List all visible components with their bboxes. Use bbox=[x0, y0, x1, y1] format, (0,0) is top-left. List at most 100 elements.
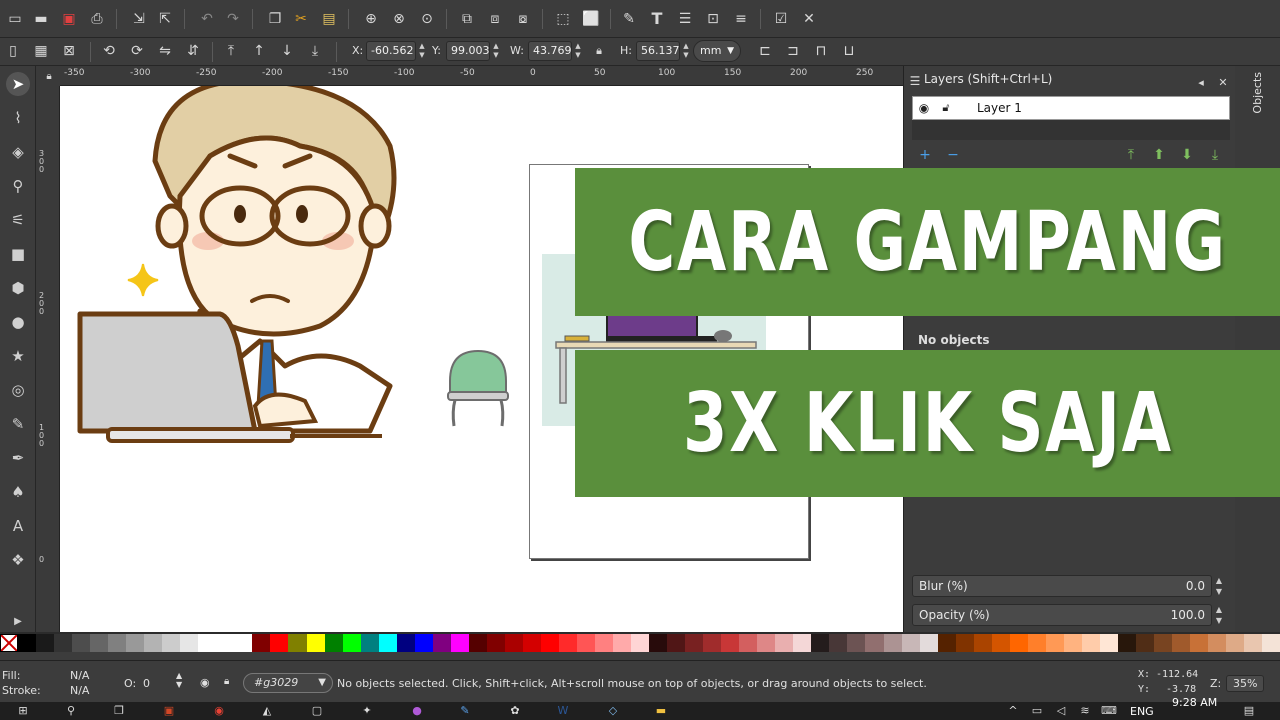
color-swatch[interactable] bbox=[883, 634, 902, 652]
x-spinner[interactable]: ▲ ▼ bbox=[418, 42, 426, 60]
color-swatch[interactable] bbox=[793, 634, 812, 652]
color-swatch[interactable] bbox=[1226, 634, 1245, 652]
pen-tool-icon[interactable]: ✒ bbox=[6, 446, 30, 470]
rectangle-tool-icon[interactable]: ■ bbox=[6, 242, 30, 266]
color-swatch[interactable] bbox=[1081, 634, 1100, 652]
cut-icon[interactable]: ✂ bbox=[292, 10, 310, 28]
opacity-spinner[interactable]: ▲ ▼ bbox=[176, 671, 182, 689]
color-swatch[interactable] bbox=[649, 634, 668, 652]
xml-editor-icon[interactable]: ☰ bbox=[676, 10, 694, 28]
color-swatch[interactable] bbox=[36, 634, 55, 652]
color-swatch[interactable] bbox=[54, 634, 73, 652]
undo-icon[interactable]: ↶ bbox=[198, 10, 216, 28]
color-swatch[interactable] bbox=[360, 634, 379, 652]
iconify-icon[interactable]: ◂ bbox=[1192, 74, 1210, 92]
transform-patterns-icon[interactable]: ⊔ bbox=[840, 42, 858, 60]
color-swatch[interactable] bbox=[144, 634, 163, 652]
scale-stroke-icon[interactable]: ⊏ bbox=[756, 42, 774, 60]
layer-row[interactable]: ◉ 🔓︎ Layer 1 bbox=[912, 96, 1230, 120]
raise-layer-icon[interactable]: ⬆ bbox=[1150, 146, 1168, 164]
color-swatch[interactable] bbox=[108, 634, 127, 652]
color-swatch[interactable] bbox=[198, 634, 217, 652]
color-swatch[interactable] bbox=[270, 634, 289, 652]
scale-corners-icon[interactable]: ⊐ bbox=[784, 42, 802, 60]
h-field[interactable]: 56.137 bbox=[636, 41, 680, 61]
color-swatch[interactable] bbox=[1190, 634, 1209, 652]
redo-icon[interactable]: ↷ bbox=[224, 10, 242, 28]
flip-vertical-icon[interactable]: ⇵ bbox=[184, 42, 202, 60]
spiral-tool-icon[interactable]: ◎ bbox=[6, 378, 30, 402]
color-swatch[interactable] bbox=[72, 634, 91, 652]
wifi-icon[interactable]: ≋ bbox=[1076, 704, 1094, 718]
ungroup-icon[interactable]: ⬜ bbox=[582, 10, 600, 28]
duplicate-icon[interactable]: ⧉ bbox=[458, 10, 476, 28]
unit-select[interactable]: mm ▼ bbox=[693, 40, 741, 62]
raise-to-top-icon[interactable]: ⤒ bbox=[222, 42, 240, 60]
visibility-eye-icon[interactable]: ◉ bbox=[915, 99, 933, 117]
raise-icon[interactable]: ↑ bbox=[250, 42, 268, 60]
app-icon[interactable]: ✎ bbox=[456, 704, 474, 718]
color-swatch[interactable] bbox=[721, 634, 740, 652]
layer-lock-icon[interactable]: 🔒︎ bbox=[224, 676, 229, 687]
color-swatch[interactable] bbox=[288, 634, 307, 652]
close-icon[interactable]: ✕ bbox=[1214, 74, 1232, 92]
color-swatch[interactable] bbox=[540, 634, 559, 652]
selector-tool-icon[interactable]: ➤ bbox=[6, 72, 30, 96]
open-folder-icon[interactable]: ▬ bbox=[32, 10, 50, 28]
color-swatch[interactable] bbox=[414, 634, 433, 652]
canvas-lock-icon[interactable]: 🔒︎ bbox=[40, 68, 58, 86]
copy-icon[interactable]: ❐ bbox=[266, 10, 284, 28]
y-spinner[interactable]: ▲ ▼ bbox=[492, 42, 500, 60]
objects-dock-tab[interactable]: Objects bbox=[1235, 66, 1280, 632]
lower-icon[interactable]: ↓ bbox=[278, 42, 296, 60]
opacity-field[interactable]: 0 bbox=[143, 677, 150, 690]
unlink-clone-icon[interactable]: ⧇ bbox=[514, 10, 532, 28]
zoom-page-icon[interactable]: ⊙ bbox=[418, 10, 436, 28]
lower-layer-bottom-icon[interactable]: ⤓ bbox=[1206, 146, 1224, 164]
app-window-icon[interactable]: ▢ bbox=[308, 704, 326, 718]
w-field[interactable]: 43.769 bbox=[528, 41, 572, 61]
select-all-layers-icon[interactable]: ▦ bbox=[32, 42, 50, 60]
file-explorer-icon[interactable]: ▬ bbox=[652, 704, 670, 718]
app-icon[interactable]: ● bbox=[408, 704, 426, 718]
deselect-icon[interactable]: ⊠ bbox=[60, 42, 78, 60]
no-paint-swatch[interactable] bbox=[0, 634, 18, 652]
w-spinner[interactable]: ▲ ▼ bbox=[574, 42, 582, 60]
search-icon[interactable]: ⚲ bbox=[62, 704, 80, 718]
color-swatch[interactable] bbox=[703, 634, 722, 652]
color-swatch[interactable] bbox=[613, 634, 632, 652]
opacity-slider[interactable]: Opacity (%) 100.0 bbox=[912, 604, 1212, 626]
color-swatch[interactable] bbox=[595, 634, 614, 652]
color-swatch[interactable] bbox=[1099, 634, 1118, 652]
color-swatch[interactable] bbox=[468, 634, 487, 652]
notifications-icon[interactable]: ▤ bbox=[1240, 704, 1258, 718]
flip-horizontal-icon[interactable]: ⇋ bbox=[156, 42, 174, 60]
ellipse-tool-icon[interactable]: ● bbox=[6, 310, 30, 334]
office-worker-illustration[interactable] bbox=[77, 86, 397, 443]
powerpoint-icon[interactable]: ▣ bbox=[160, 704, 178, 718]
palette-scrollbar[interactable] bbox=[0, 652, 1280, 660]
import-icon[interactable]: ⇲ bbox=[130, 10, 148, 28]
zoom-selection-icon[interactable]: ⊕ bbox=[362, 10, 380, 28]
add-layer-icon[interactable]: + bbox=[916, 146, 934, 164]
color-swatch[interactable] bbox=[1244, 634, 1263, 652]
spray-tool-icon[interactable]: ❖ bbox=[6, 548, 30, 572]
color-swatch[interactable] bbox=[306, 634, 325, 652]
color-swatch[interactable] bbox=[486, 634, 505, 652]
blur-spinner[interactable]: ▲ ▼ bbox=[1213, 575, 1225, 597]
y-field[interactable]: 99.003 bbox=[446, 41, 490, 61]
current-layer-select[interactable]: #g3029 ▼ bbox=[243, 673, 333, 693]
rotate-cw-icon[interactable]: ⟳ bbox=[128, 42, 146, 60]
select-all-icon[interactable]: ▯ bbox=[4, 42, 22, 60]
app-icon[interactable]: ◇ bbox=[604, 704, 622, 718]
lower-to-bottom-icon[interactable]: ⤓ bbox=[306, 42, 324, 60]
rotate-ccw-icon[interactable]: ⟲ bbox=[100, 42, 118, 60]
color-swatch[interactable] bbox=[1027, 634, 1046, 652]
color-swatch[interactable] bbox=[234, 634, 253, 652]
color-swatch[interactable] bbox=[937, 634, 956, 652]
color-swatch[interactable] bbox=[901, 634, 920, 652]
color-swatch[interactable] bbox=[757, 634, 776, 652]
color-swatch[interactable] bbox=[1063, 634, 1082, 652]
zoom-drawing-icon[interactable]: ⊗ bbox=[390, 10, 408, 28]
blur-slider[interactable]: Blur (%) 0.0 bbox=[912, 575, 1212, 597]
